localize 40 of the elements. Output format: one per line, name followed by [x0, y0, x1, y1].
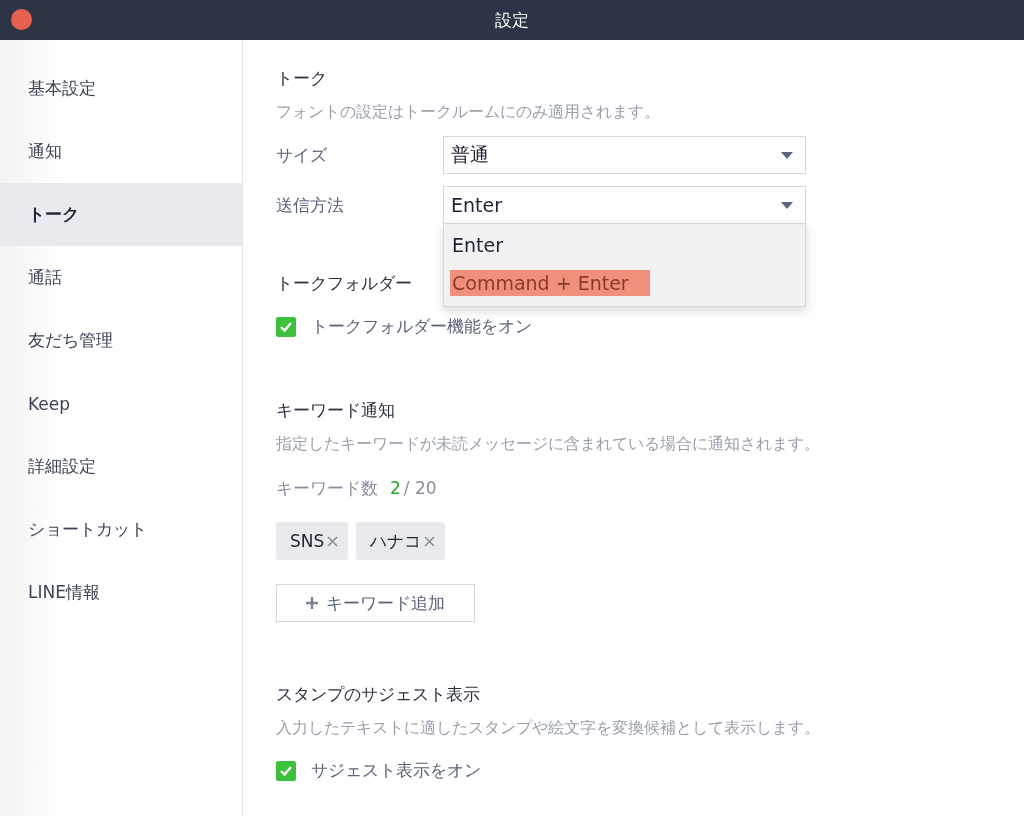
sidebar-item[interactable]: 詳細設定	[0, 435, 242, 498]
section-heading: キーワード通知	[276, 399, 395, 422]
dropdown[interactable]: 普通	[443, 136, 806, 174]
field-label: サイズ	[276, 143, 328, 167]
checkbox-label: サジェスト表示をオン	[311, 759, 481, 782]
sidebar-item[interactable]: 通話	[0, 246, 242, 309]
field-label: 送信方法	[276, 193, 345, 217]
caret-icon	[781, 201, 793, 209]
sidebar-item[interactable]: Keep	[0, 372, 242, 435]
section-description: 指定したキーワードが未読メッセージに含まれている場合に通知されます。	[276, 433, 821, 455]
checkbox[interactable]	[276, 316, 296, 337]
checkbox-label: トークフォルダー機能をオン	[311, 315, 532, 338]
section-heading: スタンプのサジェスト表示	[276, 683, 480, 706]
remove-icon[interactable]	[424, 535, 436, 547]
dropdown-option[interactable]: Enter	[444, 226, 805, 264]
remove-icon[interactable]	[327, 535, 339, 547]
sidebar-item[interactable]: トーク	[0, 183, 242, 246]
checkbox[interactable]	[276, 760, 296, 781]
sidebar-item[interactable]: 友だち管理	[0, 309, 242, 372]
section-description: フォントの設定はトークルームにのみ適用されます。	[276, 101, 661, 123]
plus-icon	[306, 597, 318, 609]
tag-label: SNS	[290, 531, 325, 551]
section-heading: トークフォルダー	[276, 272, 412, 295]
dropdown[interactable]: Enter	[443, 186, 806, 224]
add-keyword-button[interactable]: キーワード追加	[276, 584, 475, 622]
section-heading: トーク	[276, 67, 327, 90]
sidebar-item[interactable]: 基本設定	[0, 57, 242, 120]
sidebar-item[interactable]: 通知	[0, 120, 242, 183]
close-button[interactable]	[11, 9, 32, 30]
check-icon	[279, 320, 293, 333]
sidebar-item[interactable]: ショートカット	[0, 498, 242, 561]
window-title: 設定	[495, 8, 529, 32]
sidebar-item[interactable]: LINE情報	[0, 561, 242, 624]
keyword-count: 2	[390, 478, 401, 498]
check-icon	[279, 764, 293, 777]
keyword-count-label: キーワード数	[276, 477, 378, 500]
caret-icon	[781, 151, 793, 159]
tag-label: ハナコ	[370, 529, 422, 553]
section-description: 入力したテキストに適したスタンプや絵文字を変換候補として表示します。	[276, 717, 821, 739]
keyword-limit: / 20	[403, 478, 437, 498]
